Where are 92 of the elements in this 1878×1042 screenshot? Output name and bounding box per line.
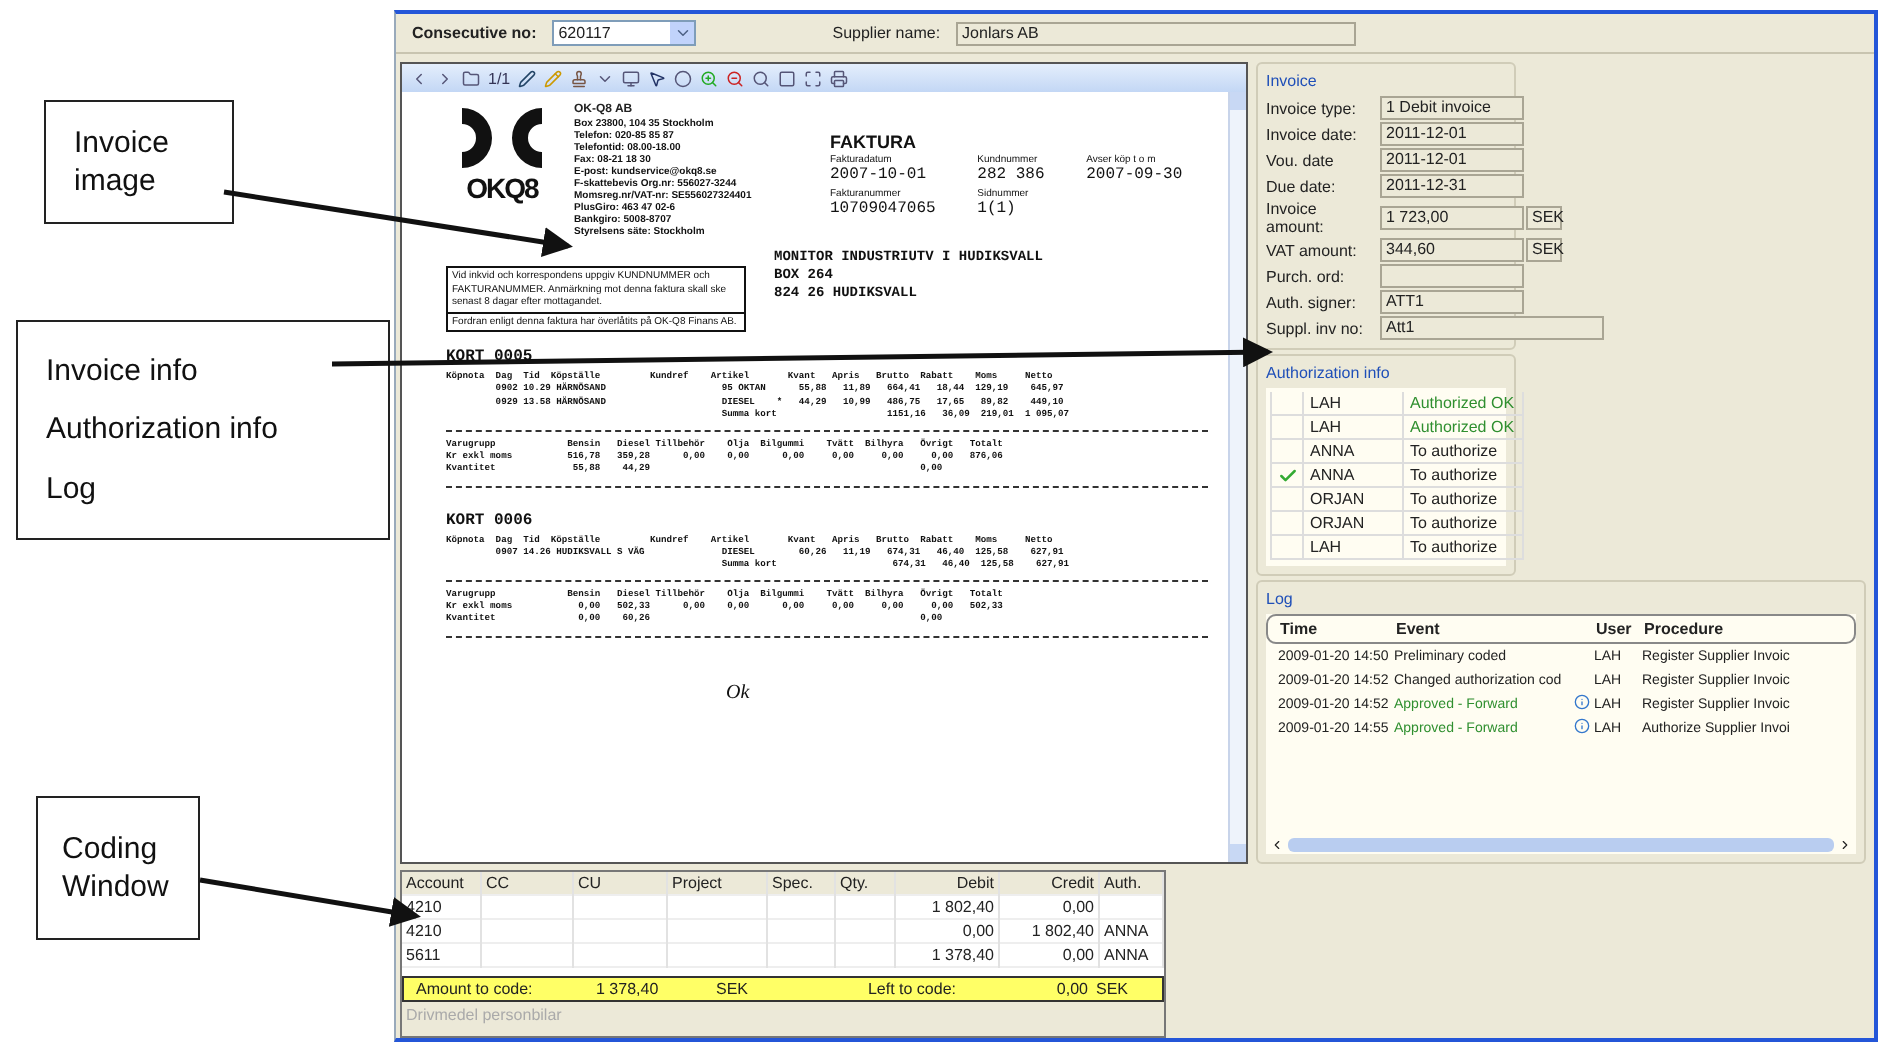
value-field: ATT1 <box>1380 290 1524 314</box>
currency-field: SEK <box>1526 206 1562 230</box>
meta-value: 282 386 <box>977 166 1047 184</box>
table-cell: 1 378,40 <box>896 944 1000 968</box>
previous-icon[interactable] <box>410 69 428 87</box>
supplier-field: Jonlars AB <box>956 21 1357 45</box>
column-header[interactable]: Event <box>1396 620 1596 638</box>
value-field: 1 Debit invoice <box>1380 96 1524 120</box>
field-label: Vou. date <box>1266 151 1336 169</box>
value-field: Att1 <box>1380 316 1604 340</box>
zoom-out-icon[interactable] <box>726 69 745 87</box>
callout-label: Invoice info <box>46 351 200 391</box>
value-field: 2011-12-01 <box>1380 148 1524 172</box>
meta-value: 2007-09-30 <box>1086 166 1185 184</box>
table-cell: Authorized OK <box>1404 392 1524 416</box>
currency-label: SEK <box>1096 980 1131 998</box>
value-field: 1 723,00 <box>1380 206 1524 230</box>
scrollbar[interactable] <box>1228 92 1246 862</box>
column-header[interactable]: Time <box>1280 620 1396 638</box>
info-icon <box>1574 718 1590 734</box>
table-cell: LAH <box>1304 392 1404 416</box>
field-label: Purch. ord: <box>1266 267 1347 285</box>
search-icon[interactable] <box>752 69 771 87</box>
page-icon[interactable] <box>778 69 797 87</box>
logo-drawing <box>458 104 546 172</box>
table-cell: ANNA <box>1304 464 1404 488</box>
table-cell: LAH <box>1304 536 1404 560</box>
callout-label: Authorization info <box>46 410 280 450</box>
field-label: Due date: <box>1266 177 1338 195</box>
field-label: VAT amount: <box>1266 241 1359 259</box>
circle-icon[interactable] <box>674 69 693 87</box>
field-label: Invoice amount: <box>1266 200 1326 236</box>
pointer-icon[interactable] <box>648 69 667 87</box>
field-label: Invoice date: <box>1266 125 1359 143</box>
totals-label: Amount to code: <box>416 980 535 998</box>
card-title: KORT 0006 <box>446 511 535 529</box>
document-title: FAKTURA <box>830 132 918 152</box>
currency-label: SEK <box>716 980 751 998</box>
table-cell: LAH <box>1304 416 1404 440</box>
totals-value: 0,00 <box>1054 980 1090 998</box>
totals-label: Left to code: <box>865 980 958 998</box>
table-cell: ANNA <box>1304 440 1404 464</box>
column-header[interactable]: Procedure <box>1644 620 1842 638</box>
scroll-right-icon[interactable] <box>1838 837 1852 851</box>
group-title: Invoice <box>1266 72 1319 90</box>
info-icon <box>1574 694 1590 710</box>
fit-icon[interactable] <box>804 69 823 87</box>
field-label: Invoice type: <box>1266 99 1358 117</box>
value-field: 2011-12-01 <box>1380 122 1524 146</box>
monitor-icon[interactable] <box>622 69 641 87</box>
group-title: Authorization info <box>1266 364 1392 382</box>
consecutive-dropdown[interactable]: 620117 <box>552 20 697 46</box>
logo-text: OKQ8 <box>466 172 538 204</box>
meta-value: 10709047065 <box>830 200 938 218</box>
table-cell: To authorize <box>1404 464 1524 488</box>
currency-field: SEK <box>1526 238 1562 262</box>
caret-icon <box>673 24 692 42</box>
group-title: Log <box>1266 590 1295 608</box>
table-cell: Authorized OK <box>1404 416 1524 440</box>
next-icon[interactable] <box>436 69 454 87</box>
field-label: Auth. signer: <box>1266 293 1358 311</box>
folder-icon[interactable] <box>462 69 480 87</box>
field-label: Consecutive no: <box>412 24 537 42</box>
table-cell: 5611 <box>402 944 482 968</box>
callout-label: Invoice image <box>74 123 172 201</box>
totals-value: 1 378,40 <box>596 980 661 998</box>
callout-label: Log <box>46 469 99 509</box>
table-cell: To authorize <box>1404 512 1524 536</box>
meta-value: 1(1) <box>977 200 1018 218</box>
handwritten-note: Ok <box>726 681 752 704</box>
column-header[interactable]: User <box>1596 620 1644 638</box>
table-cell: ORJAN <box>1304 512 1404 536</box>
meta-value: 2007-10-01 <box>830 166 929 184</box>
field-label: Suppl. inv no: <box>1266 319 1365 337</box>
table-cell: To authorize <box>1404 488 1524 512</box>
value-field: 2011-12-31 <box>1380 174 1524 198</box>
table-cell: ANNA <box>1100 944 1164 968</box>
zoom-in-icon[interactable] <box>700 69 719 87</box>
account-description: Drivmedel personbilar <box>402 1002 1164 1036</box>
page-counter: 1/1 <box>488 69 511 87</box>
print-icon[interactable] <box>830 69 849 87</box>
table-cell: To authorize <box>1404 440 1524 464</box>
value-field: 344,60 <box>1380 238 1524 262</box>
callout-label: Coding Window <box>62 829 171 907</box>
scroll-left-icon[interactable] <box>1270 837 1284 851</box>
field-label: Supplier name: <box>832 24 941 42</box>
table-cell: ORJAN <box>1304 488 1404 512</box>
pen-icon[interactable] <box>518 69 537 87</box>
check-icon <box>1278 465 1298 485</box>
table-cell: To authorize <box>1404 536 1524 560</box>
table-cell: 0,00 <box>1000 944 1100 968</box>
stamp-icon[interactable] <box>570 69 589 87</box>
